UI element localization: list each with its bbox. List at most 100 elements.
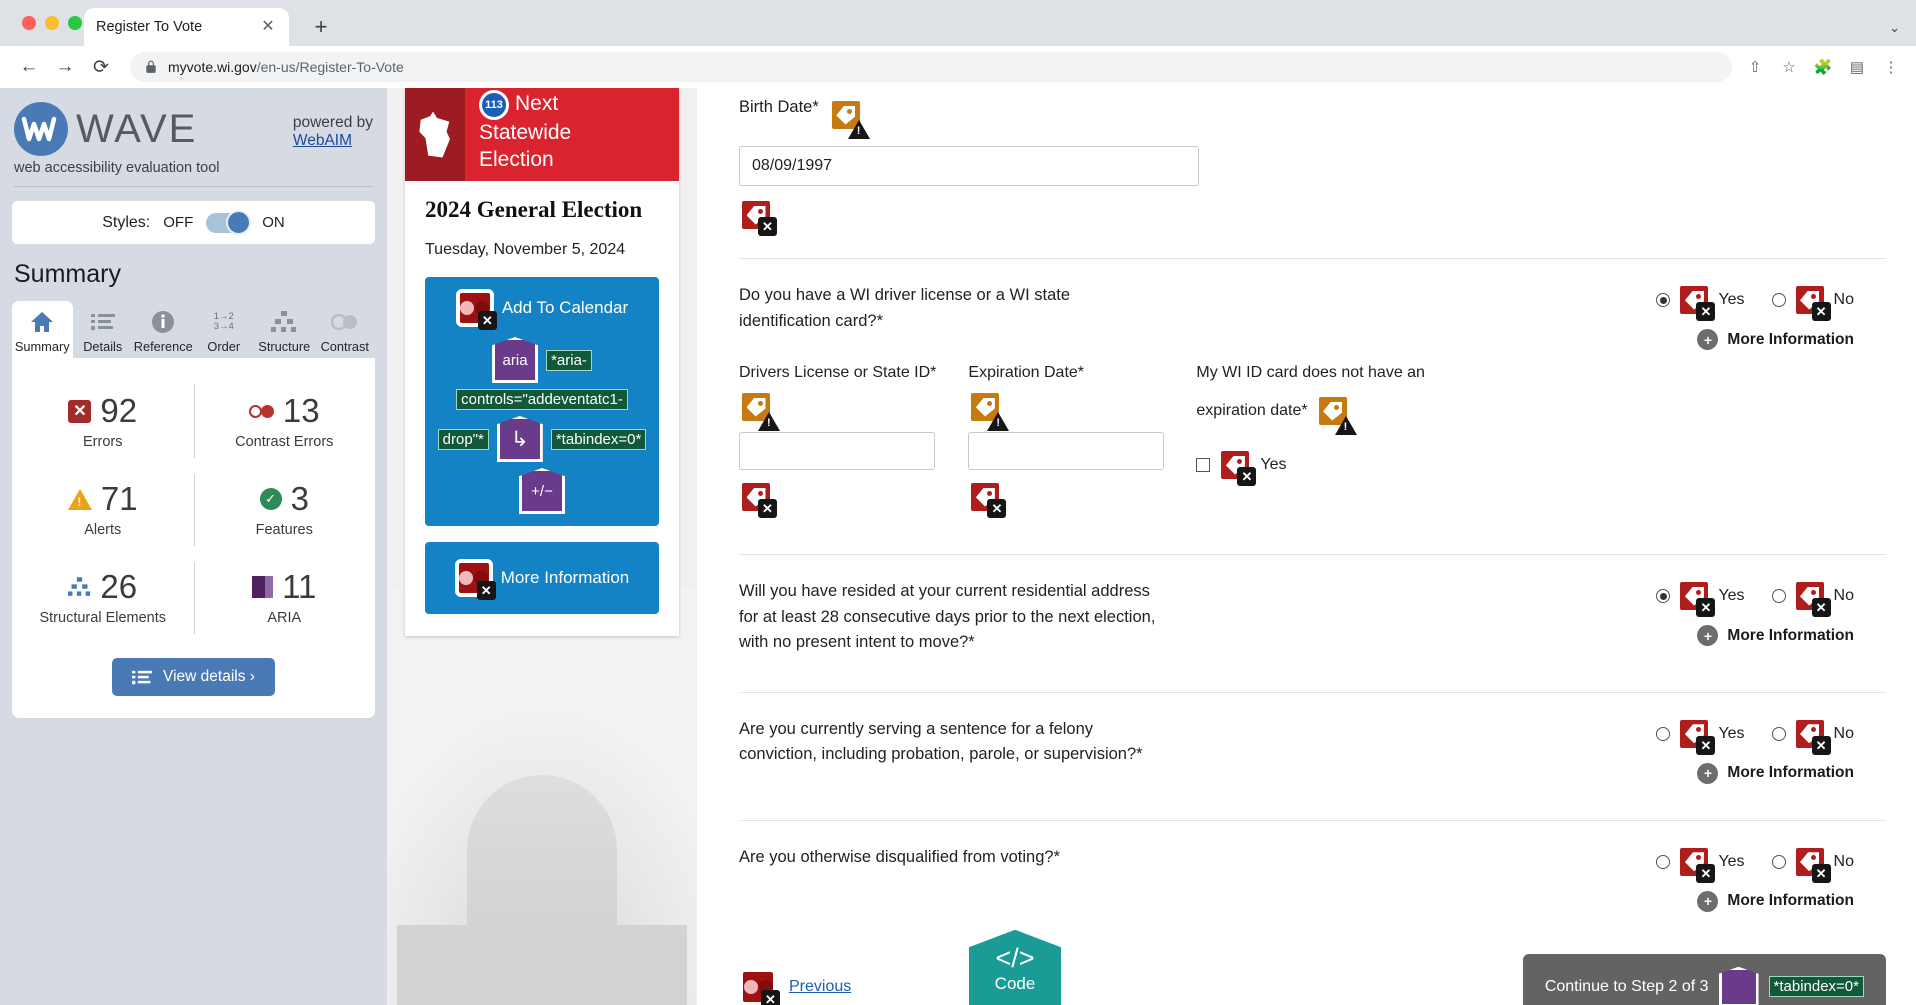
missing-form-label-error-icon[interactable]: ✕	[1792, 579, 1831, 617]
radio-yes[interactable]	[1656, 293, 1671, 307]
address-bar[interactable]: myvote.wi.gov/en-us/Register-To-Vote	[130, 52, 1732, 82]
radio-no[interactable]	[1771, 589, 1786, 603]
missing-form-label-error-icon[interactable]: ✕	[1792, 716, 1831, 755]
missing-label-alert-icon[interactable]	[1315, 394, 1357, 435]
code-button[interactable]: </> Code	[969, 929, 1061, 1005]
tab-details[interactable]: Details	[73, 301, 134, 358]
add-to-calendar-box[interactable]: ✕ Add To Calendar aria *aria- controls="…	[425, 277, 659, 526]
tab-structure[interactable]: Structure	[254, 301, 315, 358]
stat-contrast-errors[interactable]: 13 Contrast Errors	[193, 376, 376, 466]
tab-order-shield-icon[interactable]	[1718, 966, 1759, 1005]
aria-annotation-row-3: drop"* ↳ *tabindex=0*	[435, 416, 649, 462]
missing-form-label-error-icon[interactable]: ✕	[1677, 579, 1716, 617]
list-icon	[132, 670, 153, 684]
missing-form-label-error-icon[interactable]: ✕	[739, 480, 777, 518]
puzzle-piece-icon[interactable]: 🧩	[1814, 58, 1833, 76]
no-expiration-yes-label: Yes	[1260, 456, 1287, 473]
radio-yes[interactable]	[1656, 589, 1671, 603]
radio-no[interactable]	[1771, 293, 1786, 307]
bookmark-star-icon[interactable]: ☆	[1780, 58, 1798, 76]
radio-yes-label: Yes	[1718, 852, 1745, 870]
forward-arrow-icon[interactable]: →	[50, 52, 80, 82]
hierarchy-icon	[254, 309, 315, 335]
contrast-error-icon[interactable]: ✕	[739, 967, 780, 1005]
tabindex-tag: *tabindex=0*	[1768, 976, 1864, 998]
missing-form-label-error-icon[interactable]: ✕	[1792, 283, 1831, 321]
contrast-error-icon[interactable]: ✕	[454, 559, 496, 600]
radio-no[interactable]	[1771, 726, 1786, 741]
aria-annotation-row-1: aria *aria-	[435, 337, 649, 383]
missing-label-alert-icon[interactable]	[828, 98, 870, 139]
more-information-button[interactable]: + More Information	[1656, 625, 1854, 646]
webaim-link[interactable]: WebAIM	[293, 132, 373, 150]
radio-no[interactable]	[1771, 854, 1786, 869]
close-window-button[interactable]	[22, 16, 36, 30]
more-information-button[interactable]: + More Information	[1656, 762, 1854, 784]
missing-form-label-error-icon[interactable]: ✕	[1792, 844, 1831, 883]
more-information-button[interactable]: + More Information	[1656, 890, 1854, 912]
more-information-label: More Information	[1727, 892, 1854, 910]
more-information-box[interactable]: ✕ More Information	[425, 542, 659, 614]
missing-form-label-error-icon[interactable]: ✕	[1218, 448, 1257, 486]
tab-order-shield-icon[interactable]: ↳	[496, 416, 543, 462]
missing-form-label-error-icon[interactable]: ✕	[968, 480, 1007, 518]
drivers-license-input[interactable]	[739, 432, 935, 470]
stat-errors[interactable]: ✕ 92 Errors	[12, 376, 194, 466]
tab-contrast[interactable]: Contrast	[315, 301, 376, 358]
maximize-window-button[interactable]	[68, 16, 82, 30]
kebab-menu-icon[interactable]: ⋮	[1882, 58, 1900, 76]
previous-link[interactable]: Previous	[789, 978, 851, 996]
tab-reference[interactable]: Reference	[133, 301, 194, 358]
missing-form-label-error-icon[interactable]: ✕	[1677, 716, 1716, 755]
chevron-down-icon[interactable]: ⌄	[1889, 20, 1900, 36]
browser-tab[interactable]: Register To Vote ✕	[84, 8, 289, 46]
stat-aria[interactable]: 11 ARIA	[193, 554, 376, 642]
reload-icon[interactable]: ⟳	[86, 52, 116, 82]
styles-toggle-bar[interactable]: Styles: OFF ON	[12, 201, 375, 244]
banner-next-label: Next	[515, 92, 559, 116]
x-badge-icon: ✕	[1811, 863, 1831, 883]
missing-form-label-error-icon[interactable]: ✕	[1677, 844, 1716, 883]
minimize-window-button[interactable]	[45, 16, 59, 30]
styles-on-label: ON	[262, 214, 285, 231]
expand-collapse-shield-icon[interactable]: +/−	[519, 468, 565, 514]
stat-alerts[interactable]: 71 Alerts	[12, 466, 194, 554]
tab-order[interactable]: 1→2 3→4 Order	[194, 301, 255, 358]
expiration-date-input[interactable]	[968, 432, 1165, 470]
url-text: myvote.wi.gov/en-us/Register-To-Vote	[168, 59, 404, 75]
aria-shield-icon[interactable]: aria	[492, 337, 539, 383]
stat-features[interactable]: ✓ 3 Features	[193, 466, 376, 554]
contrast-icon	[248, 404, 274, 418]
side-panel-icon[interactable]: ▤	[1848, 58, 1866, 76]
continue-button[interactable]: Continue to Step 2 of 3 *tabindex=0*	[1522, 953, 1886, 1005]
toggle-knob[interactable]	[226, 209, 252, 235]
back-arrow-icon[interactable]: ←	[14, 52, 44, 82]
tab-summary[interactable]: Summary	[12, 301, 73, 358]
missing-form-label-error-icon[interactable]: ✕	[1677, 283, 1716, 321]
missing-form-label-error-icon[interactable]: ✕	[739, 198, 777, 236]
stat-value-wrap: ✓ 3	[198, 480, 372, 518]
birth-date-input[interactable]: 08/09/1997	[739, 146, 1199, 186]
home-icon	[12, 309, 73, 335]
page-viewport: WAVE powered by WebAIM web accessibility…	[0, 88, 1916, 1005]
radio-yes[interactable]	[1656, 854, 1671, 869]
more-information-button[interactable]: + More Information	[1656, 329, 1854, 350]
aria-annotation-row-2: controls="addeventatc1-	[435, 389, 649, 410]
missing-label-alert-icon[interactable]	[739, 390, 780, 431]
wave-summary-card: ✕ 92 Errors 13 Contrast Errors ! 71 Aler…	[12, 358, 375, 718]
share-icon[interactable]: ⇧	[1746, 58, 1764, 76]
contrast-error-icon[interactable]: ✕	[455, 289, 497, 330]
view-details-button[interactable]: View details ›	[112, 658, 275, 696]
banner-line3: Election	[479, 147, 554, 171]
tab-strip: Register To Vote ✕ + ⌄	[0, 0, 1916, 46]
close-icon[interactable]: ✕	[259, 18, 277, 36]
x-badge-icon: ✕	[987, 499, 1007, 518]
window-controls[interactable]	[22, 16, 82, 30]
missing-label-alert-icon[interactable]	[968, 390, 1010, 431]
stat-value: 71	[100, 480, 138, 517]
styles-toggle[interactable]	[206, 209, 252, 235]
plus-icon[interactable]: +	[307, 13, 335, 41]
no-expiration-checkbox[interactable]	[1196, 458, 1211, 472]
radio-yes[interactable]	[1656, 726, 1671, 741]
stat-structural-elements[interactable]: 26 Structural Elements	[12, 554, 194, 642]
